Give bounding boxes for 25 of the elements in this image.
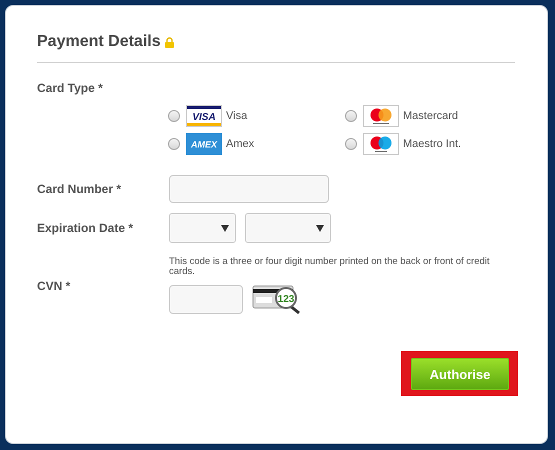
radio-button[interactable]: [345, 138, 357, 150]
maestro-logo-icon: [363, 133, 399, 155]
field-label: Card Number *: [37, 182, 122, 196]
field-label: Expiration Date *: [37, 221, 134, 235]
field-label: Card Type *: [37, 81, 103, 95]
radio-button[interactable]: [345, 110, 357, 122]
option-label: Mastercard: [403, 110, 458, 122]
radio-button[interactable]: [168, 138, 180, 150]
section-title: Payment Details: [37, 33, 161, 51]
caret-icon: [316, 225, 324, 232]
caret-icon: [221, 225, 229, 232]
cvn-field[interactable]: [169, 284, 243, 314]
dropdown[interactable]: [169, 213, 236, 243]
option-label: Maestro Int.: [403, 138, 462, 150]
radio-button[interactable]: [168, 110, 180, 122]
card-number-field[interactable]: [169, 175, 329, 203]
amex-logo-icon: AMEX: [186, 133, 222, 155]
field-label: CVN *: [37, 279, 72, 293]
authorise-button[interactable]: Authorise: [411, 358, 509, 390]
option-label: Amex: [226, 138, 254, 150]
option-label: Visa: [226, 110, 248, 122]
hint-text: This code is a three or four digit number printed on the back or front of credit cards.: [169, 257, 491, 277]
dropdown[interactable]: [245, 213, 331, 243]
mastercard-logo-icon: [363, 105, 399, 127]
visa-logo-icon: VISA: [186, 105, 222, 127]
